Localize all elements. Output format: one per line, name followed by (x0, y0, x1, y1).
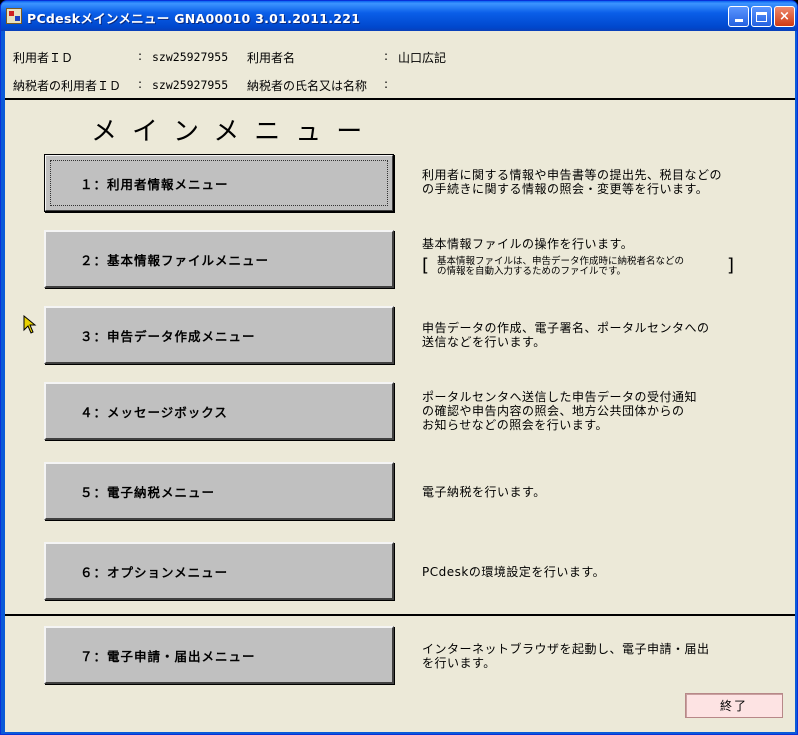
basic-info-file-menu-button[interactable]: ２：基本情報ファイルメニュー (44, 230, 394, 288)
description-line: お知らせなどの照会を行います。 (422, 418, 609, 432)
basic-info-file-description: 基本情報ファイルの操作を行います。 (422, 237, 633, 251)
section-divider (5, 614, 795, 616)
note-line: の情報を自動入力するためのファイルです。 (437, 266, 627, 277)
taxpayer-id-label: 納税者の利用者ＩＤ (13, 79, 122, 93)
message-box-button[interactable]: ４：メッセージボックス (44, 382, 394, 440)
e-application-menu-button[interactable]: ７：電子申請・届出メニュー (44, 626, 394, 684)
option-menu-button[interactable]: ６：オプションメニュー (44, 542, 394, 600)
description-line: インターネットブラウザを起動し、電子申請・届出 (422, 642, 710, 656)
description-line: 申告データの作成、電子署名、ポータルセンタへの (422, 321, 710, 335)
description-line: を行います。 (422, 656, 496, 670)
close-button[interactable]: × (774, 6, 795, 27)
user-name-value: 山口広記 (398, 51, 447, 65)
maximize-button[interactable] (751, 6, 772, 27)
user-id-label: 利用者ＩＤ (13, 51, 74, 65)
description-line: の手続きに関する情報の照会・変更等を行います。 (422, 182, 709, 196)
basic-info-file-note: [ 基本情報ファイルは、申告データ作成時に納税者名などの の情報を自動入力するた… (422, 255, 734, 277)
description-line: 電子納税を行います。 (422, 485, 546, 499)
app-icon[interactable] (6, 8, 22, 24)
user-id-value: szw25927955 (152, 50, 229, 64)
close-icon: × (779, 9, 790, 24)
minimize-icon (734, 19, 743, 22)
right-bracket-icon: ] (726, 255, 734, 276)
title-bar[interactable]: PCdeskメインメニュー GNA00010 3.01.2011.221 × (1, 1, 797, 31)
user-name-label: 利用者名 (247, 51, 296, 65)
taxpayer-name-label: 納税者の氏名又は名称 (247, 79, 368, 93)
description-line: PCdeskの環境設定を行います。 (422, 565, 606, 579)
message-box-description: ポータルセンタへ送信した申告データの受付通知 の確認や申告内容の照会、地方公共団… (422, 390, 697, 432)
description-line: ポータルセンタへ送信した申告データの受付通知 (422, 390, 698, 404)
e-tax-payment-menu-button[interactable]: ５：電子納税メニュー (44, 462, 394, 520)
filing-data-creation-menu-button[interactable]: ３：申告データ作成メニュー (44, 306, 394, 364)
e-tax-payment-description: 電子納税を行います。 (422, 485, 546, 499)
filing-data-description: 申告データの作成、電子署名、ポータルセンタへの 送信などを行います。 (422, 321, 710, 349)
description-line: 利用者に関する情報や申告書等の提出先、税目などの (422, 168, 723, 182)
exit-button[interactable]: 終了 (685, 693, 783, 718)
window-title: PCdeskメインメニュー GNA00010 3.01.2011.221 (27, 11, 361, 26)
minimize-button[interactable] (728, 6, 749, 27)
taxpayer-name-separator: : (384, 77, 389, 91)
mouse-cursor-icon (23, 315, 37, 334)
application-window: PCdeskメインメニュー GNA00010 3.01.2011.221 × 利… (0, 0, 798, 735)
description-line: 送信などを行います。 (422, 335, 546, 349)
left-bracket-icon: [ (422, 255, 430, 276)
maximize-icon (756, 11, 767, 22)
taxpayer-id-separator: : (138, 77, 143, 91)
user-info-description: 利用者に関する情報や申告書等の提出先、税目などの の手続きに関する情報の照会・変… (422, 168, 722, 196)
user-id-separator: : (138, 49, 143, 63)
option-description: PCdeskの環境設定を行います。 (422, 565, 605, 579)
taxpayer-id-value: szw25927955 (152, 78, 229, 92)
header-divider (5, 98, 795, 100)
description-line: 基本情報ファイルの操作を行います。 (422, 237, 634, 251)
client-area: 利用者ＩＤ : szw25927955 利用者名 : 山口広記 納税者の利用者Ｉ… (5, 31, 795, 732)
user-name-separator: : (384, 49, 389, 63)
menu-title: メインメニュー (91, 117, 378, 147)
user-info-menu-button[interactable]: １：利用者情報メニュー (44, 154, 394, 212)
e-application-description: インターネットブラウザを起動し、電子申請・届出 を行います。 (422, 642, 710, 670)
description-line: の確認や申告内容の照会、地方公共団体からの (422, 404, 685, 418)
